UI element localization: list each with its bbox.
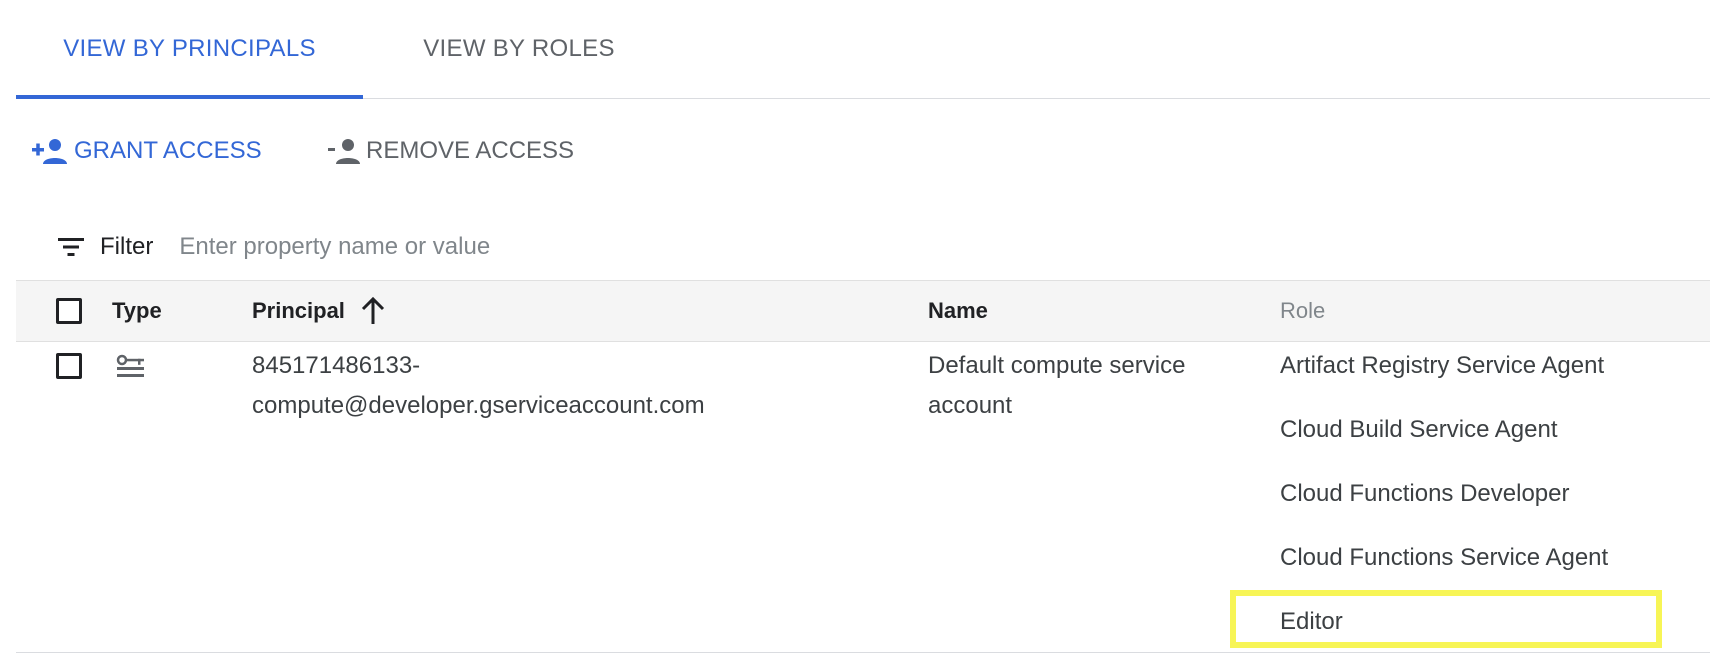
add-person-icon <box>32 139 67 164</box>
principal-line-1: 845171486133- <box>252 352 421 379</box>
principal-cell: 845171486133- compute@developer.gservice… <box>252 346 705 426</box>
role-item: Cloud Build Service Agent <box>1280 416 1558 443</box>
column-header-role-label: Role <box>1280 298 1326 323</box>
filter-label: Filter <box>100 233 154 260</box>
sort-ascending-icon[interactable] <box>359 296 387 326</box>
grant-access-label: GRANT ACCESS <box>74 137 262 164</box>
principal-line-2: compute@developer.gserviceaccount.com <box>252 392 705 419</box>
column-header-name-label: Name <box>928 298 988 323</box>
name-cell: Default compute service account <box>928 346 1185 426</box>
remove-access-label: REMOVE ACCESS <box>366 137 575 164</box>
column-header-principal-label: Principal <box>252 298 345 323</box>
filter-icon <box>58 238 84 256</box>
table-header: Type Principal Name Role <box>16 280 1710 342</box>
active-tab-indicator <box>16 95 363 99</box>
iam-permissions-page: VIEW BY PRINCIPALS VIEW BY ROLES GRANT A… <box>0 0 1710 654</box>
tab-view-by-roles[interactable]: VIEW BY ROLES <box>363 0 675 98</box>
grant-access-button[interactable]: GRANT ACCESS <box>32 128 262 174</box>
name-line-2: account <box>928 392 1013 419</box>
tab-label: VIEW BY ROLES <box>423 35 615 62</box>
role-item: Cloud Functions Developer <box>1280 480 1570 507</box>
column-header-principal[interactable]: Principal <box>252 281 387 341</box>
column-header-type-label: Type <box>112 298 162 323</box>
role-item: Cloud Functions Service Agent <box>1280 544 1609 571</box>
remove-person-icon <box>328 139 360 164</box>
column-header-name[interactable]: Name <box>928 281 988 341</box>
row-checkbox[interactable] <box>56 353 82 379</box>
remove-access-button[interactable]: REMOVE ACCESS <box>328 128 574 174</box>
filter-bar: Filter <box>16 214 1710 280</box>
column-header-role[interactable]: Role <box>1280 281 1325 341</box>
tab-view-by-principals[interactable]: VIEW BY PRINCIPALS <box>16 0 363 99</box>
role-item: Artifact Registry Service Agent <box>1280 352 1605 379</box>
filter-input[interactable] <box>177 232 882 262</box>
service-account-icon <box>116 354 144 377</box>
column-header-type[interactable]: Type <box>112 281 162 341</box>
editor-role-highlight <box>1230 590 1662 648</box>
name-line-1: Default compute service <box>928 352 1186 379</box>
tab-label: VIEW BY PRINCIPALS <box>63 35 316 62</box>
view-tabs: VIEW BY PRINCIPALS VIEW BY ROLES <box>16 0 1710 99</box>
select-all-checkbox[interactable] <box>56 298 82 324</box>
